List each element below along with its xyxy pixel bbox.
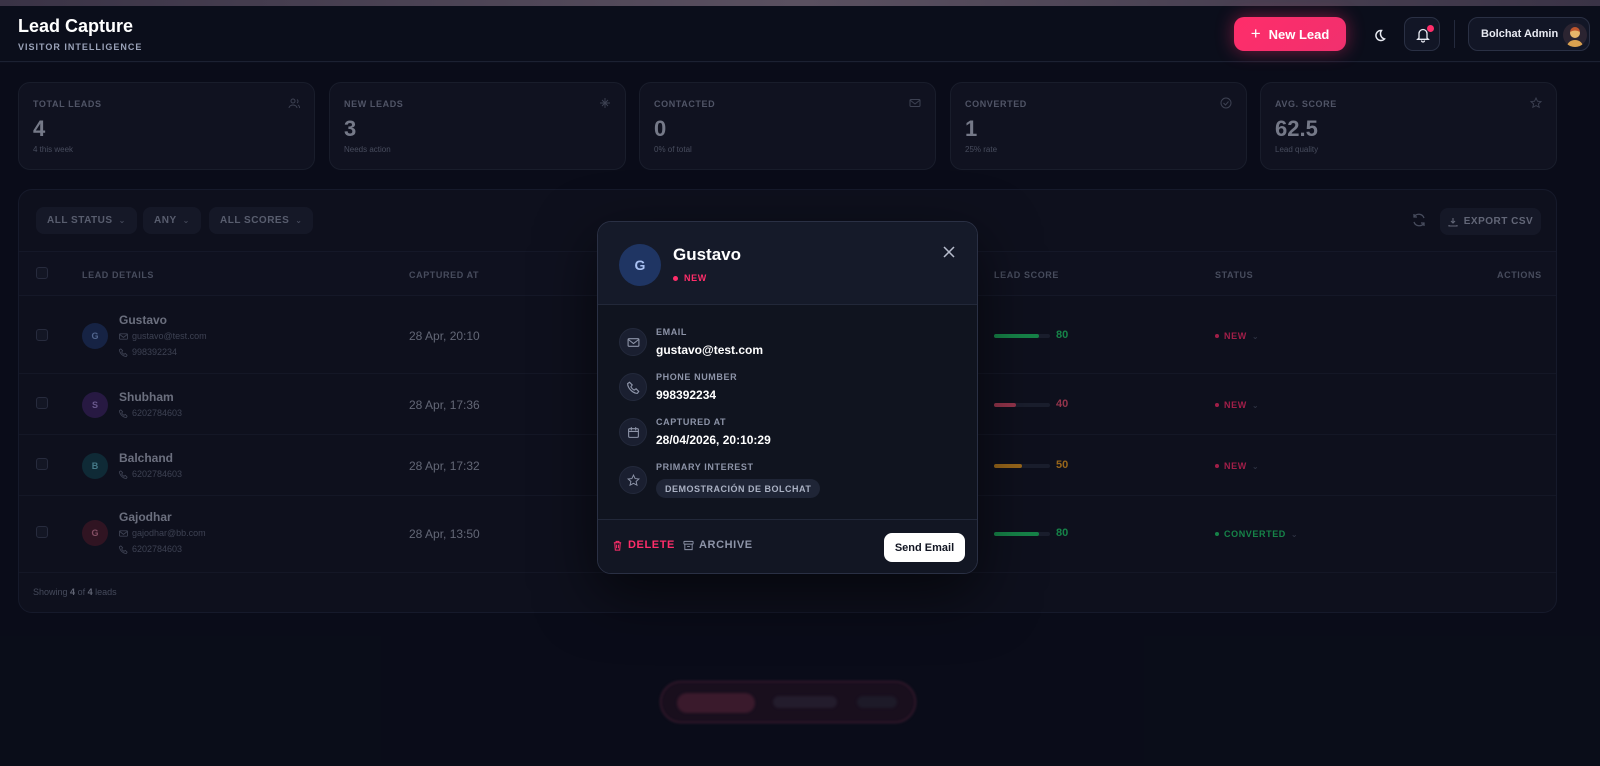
archive-button[interactable]: ARCHIVE <box>683 539 753 551</box>
blurred-pill-segment <box>677 693 755 713</box>
new-lead-button[interactable]: + New Lead <box>1234 17 1346 51</box>
captured-value: 28/04/2026, 20:10:29 <box>656 433 771 447</box>
email-value: gustavo@test.com <box>656 343 764 357</box>
modal-lead-name: Gustavo <box>673 245 742 264</box>
avatar: G <box>619 244 661 286</box>
status-dot <box>673 275 678 281</box>
phone-label: PHONE NUMBER <box>656 372 738 382</box>
close-icon[interactable] <box>941 244 957 260</box>
email-label: EMAIL <box>656 327 687 337</box>
calendar-icon <box>619 418 647 446</box>
user-menu[interactable]: Bolchat Admin <box>1468 17 1590 51</box>
header-divider <box>1454 20 1455 48</box>
notification-badge <box>1427 25 1434 32</box>
interest-tag: DEMOSTRACIÓN DE BOLCHAT <box>656 479 821 498</box>
phone-icon <box>619 373 647 401</box>
delete-label: DELETE <box>628 539 675 551</box>
lead-detail-modal: G Gustavo NEW EMAIL gustavo@test.com PHO… <box>597 221 978 574</box>
page-subtitle: VISITOR INTELLIGENCE <box>18 42 143 52</box>
archive-label: ARCHIVE <box>699 539 753 551</box>
notifications-button[interactable] <box>1404 17 1440 51</box>
theme-toggle-moon-icon[interactable] <box>1368 24 1390 46</box>
phone-value: 998392234 <box>656 388 717 402</box>
bottom-floating-bar <box>660 681 916 723</box>
modal-header: G Gustavo NEW <box>598 222 977 305</box>
modal-footer: DELETE ARCHIVE Send Email <box>598 519 977 573</box>
blurred-pill-segment <box>857 696 897 708</box>
send-email-button[interactable]: Send Email <box>884 533 965 562</box>
interest-label: PRIMARY INTEREST <box>656 462 754 472</box>
trash-icon <box>613 540 622 551</box>
captured-label: CAPTURED AT <box>656 417 727 427</box>
star-icon <box>619 466 647 494</box>
page-title: Lead Capture <box>18 16 134 36</box>
user-name: Bolchat Admin <box>1481 28 1559 40</box>
status-badge: NEW <box>673 273 707 283</box>
mail-icon <box>619 328 647 356</box>
new-lead-label: New Lead <box>1268 26 1330 42</box>
status-label: NEW <box>684 273 707 283</box>
archive-icon <box>683 540 694 550</box>
plus-icon: + <box>1250 24 1261 43</box>
app-header: Lead Capture VISITOR INTELLIGENCE + New … <box>0 6 1600 62</box>
avatar <box>1563 23 1587 47</box>
blurred-pill-segment <box>773 696 837 708</box>
delete-button[interactable]: DELETE <box>612 539 675 551</box>
